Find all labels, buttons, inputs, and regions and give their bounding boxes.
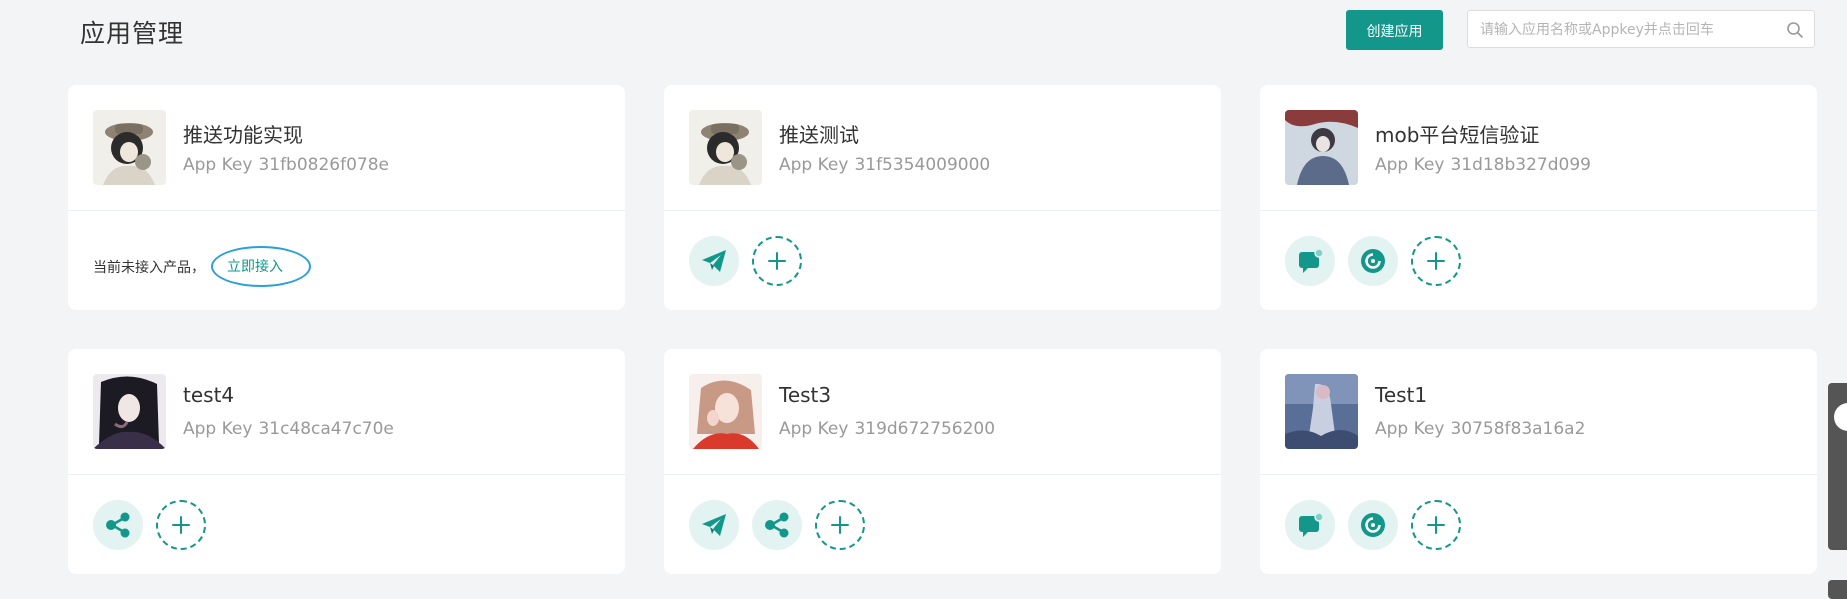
app-key: App Key 31f5354009000	[779, 155, 990, 175]
search-input[interactable]	[1478, 11, 1782, 49]
app-avatar	[93, 110, 166, 185]
app-key-value: 30758f83a16a2	[1450, 419, 1586, 439]
product-list	[1285, 500, 1461, 550]
card-divider	[68, 210, 625, 211]
card-divider	[1260, 474, 1817, 475]
app-avatar	[689, 110, 762, 185]
app-key-value: 31d18b327d099	[1450, 155, 1591, 175]
product-list	[1285, 236, 1461, 286]
share-icon	[106, 512, 130, 538]
app-name: test4	[183, 383, 235, 407]
no-product-notice: 当前未接入产品， 立即接入	[93, 246, 311, 287]
app-card[interactable]: mob平台短信验证 App Key 31d18b327d099	[1260, 85, 1817, 310]
app-key-label: App Key	[779, 155, 849, 175]
plus-icon	[172, 516, 190, 534]
share-product-button[interactable]	[752, 500, 802, 550]
product-list	[689, 500, 865, 550]
search-box[interactable]	[1467, 10, 1815, 49]
card-divider	[664, 210, 1221, 211]
plus-icon	[768, 252, 786, 270]
app-name: 推送功能实现	[183, 123, 303, 147]
app-key-value: 31f5354009000	[854, 155, 991, 175]
add-product-button[interactable]	[752, 236, 802, 286]
sms-product-button[interactable]	[1285, 236, 1335, 286]
verify-product-button[interactable]	[1348, 236, 1398, 286]
app-key: App Key 31c48ca47c70e	[183, 419, 394, 439]
sms-icon	[1299, 512, 1324, 537]
page-title: 应用管理	[80, 19, 185, 48]
no-product-text: 当前未接入产品，	[93, 259, 205, 276]
sms-product-button[interactable]	[1285, 500, 1335, 550]
app-avatar	[689, 374, 762, 449]
add-product-button[interactable]	[156, 500, 206, 550]
push-product-button[interactable]	[689, 500, 739, 550]
app-key-label: App Key	[1375, 419, 1445, 439]
app-key-value: 31c48ca47c70e	[258, 419, 394, 439]
card-divider	[664, 474, 1221, 475]
app-avatar	[93, 374, 166, 449]
create-app-button[interactable]: 创建应用	[1346, 10, 1443, 50]
add-product-button[interactable]	[1411, 236, 1461, 286]
push-icon	[702, 250, 726, 272]
card-divider	[68, 474, 625, 475]
app-card[interactable]: 推送测试 App Key 31f5354009000	[664, 85, 1221, 310]
push-icon	[702, 514, 726, 536]
card-divider	[1260, 210, 1817, 211]
sms-icon	[1299, 248, 1324, 273]
app-name: mob平台短信验证	[1375, 123, 1540, 147]
add-product-button[interactable]	[1411, 500, 1461, 550]
floating-side-tab[interactable]	[1828, 383, 1847, 550]
app-card[interactable]: Test3 App Key 319d672756200	[664, 349, 1221, 574]
app-key: App Key 30758f83a16a2	[1375, 419, 1585, 439]
search-icon[interactable]	[1786, 21, 1804, 39]
share-product-button[interactable]	[93, 500, 143, 550]
app-key: App Key 31fb0826f078e	[183, 155, 389, 175]
share-icon	[765, 512, 789, 538]
plus-icon	[1427, 252, 1445, 270]
app-key-label: App Key	[779, 419, 849, 439]
push-product-button[interactable]	[689, 236, 739, 286]
app-key: App Key 31d18b327d099	[1375, 155, 1591, 175]
floating-side-tab-lower[interactable]	[1828, 580, 1847, 599]
plus-icon	[1427, 516, 1445, 534]
verify-icon	[1361, 249, 1385, 273]
app-key-label: App Key	[1375, 155, 1445, 175]
verify-icon	[1361, 513, 1385, 537]
product-list	[689, 236, 802, 286]
app-card[interactable]: Test1 App Key 30758f83a16a2	[1260, 349, 1817, 574]
plus-icon	[831, 516, 849, 534]
app-card[interactable]: test4 App Key 31c48ca47c70e	[68, 349, 625, 574]
verify-product-button[interactable]	[1348, 500, 1398, 550]
app-avatar	[1285, 110, 1358, 185]
app-name: Test3	[779, 383, 832, 407]
app-name: Test1	[1375, 383, 1428, 407]
product-list	[93, 500, 206, 550]
app-avatar	[1285, 374, 1358, 449]
app-key-value: 31fb0826f078e	[258, 155, 390, 175]
connect-now-link[interactable]: 立即接入	[211, 246, 311, 287]
app-key: App Key 319d672756200	[779, 419, 995, 439]
add-product-button[interactable]	[815, 500, 865, 550]
app-key-value: 319d672756200	[854, 419, 996, 439]
app-key-label: App Key	[183, 155, 253, 175]
side-tab-knob	[1834, 403, 1847, 431]
app-name: 推送测试	[779, 123, 859, 147]
app-key-label: App Key	[183, 419, 253, 439]
app-card[interactable]: 推送功能实现 App Key 31fb0826f078e 当前未接入产品， 立即接…	[68, 85, 625, 310]
